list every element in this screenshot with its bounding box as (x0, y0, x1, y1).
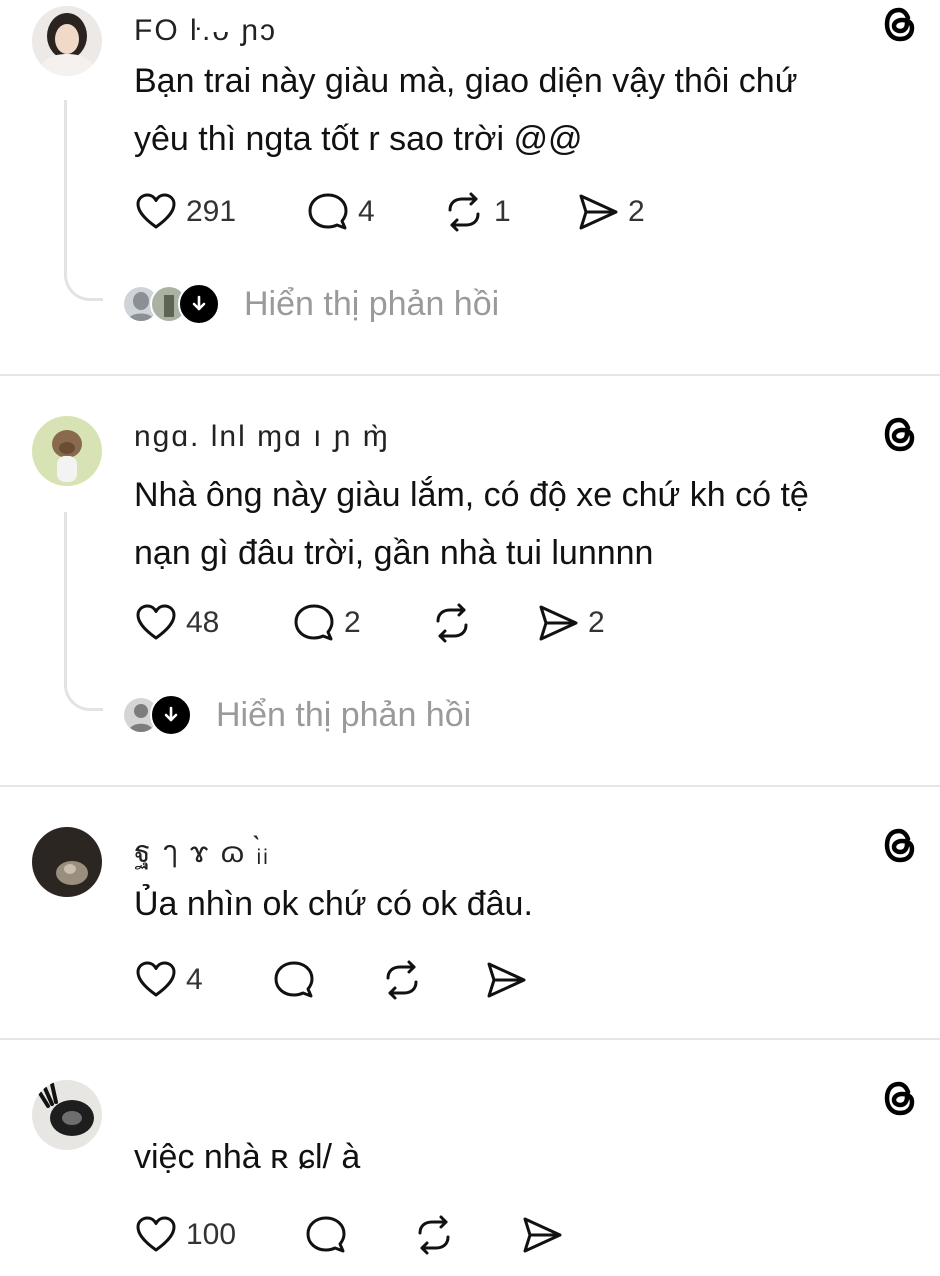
send-icon (576, 190, 620, 234)
share-button[interactable] (484, 958, 528, 1002)
thread-line (64, 512, 103, 711)
comment-text: Bạn trai này giàu mà, giao diện vậy thôi… (134, 62, 798, 158)
reply-button[interactable] (304, 1213, 348, 1257)
arrow-down-icon (150, 694, 192, 736)
repost-icon (442, 190, 486, 234)
repost-button[interactable] (380, 958, 424, 1002)
repost-button[interactable] (430, 601, 474, 645)
like-button[interactable]: 48 (134, 601, 219, 645)
avatar[interactable] (32, 416, 102, 486)
comment-text: Ủa nhìn ok chứ có ok đâu. (134, 885, 533, 923)
username[interactable]: ฐ ๅ ɤ ɷ ᵢ̀ᵢ (134, 829, 270, 876)
like-button[interactable]: 4 (134, 958, 203, 1002)
show-replies-button[interactable]: Hiển thị phản hồi (122, 283, 499, 325)
repost-icon (380, 958, 424, 1002)
threads-logo-icon[interactable] (878, 2, 922, 46)
username[interactable]: ngɑ. lnl ɱɑ ı ɲ ɱ̀ (134, 420, 390, 454)
username[interactable]: FO ŀ.ᴗ ɲɔ (134, 14, 277, 48)
like-count: 291 (186, 195, 237, 228)
heart-icon (134, 601, 178, 645)
arrow-down-icon (178, 283, 220, 325)
send-icon (484, 958, 528, 1002)
threads-logo-icon[interactable] (878, 1076, 922, 1120)
comment-3: ฐ ๅ ɤ ɷ ᵢ̀ᵢ Ủa nhìn ok chứ có ok đâu. 4 (0, 787, 940, 1039)
comment-icon (272, 958, 316, 1002)
comment-icon (304, 1213, 348, 1257)
reply-button[interactable]: 4 (306, 190, 375, 234)
threads-logo-icon[interactable] (878, 412, 922, 456)
repost-icon (430, 601, 474, 645)
threads-logo-icon[interactable] (878, 823, 922, 867)
like-count: 100 (186, 1218, 237, 1251)
comment-icon (306, 190, 350, 234)
repost-icon (412, 1213, 456, 1257)
reply-button[interactable] (272, 958, 316, 1002)
like-button[interactable]: 291 (134, 190, 236, 234)
repost-count: 1 (494, 195, 511, 228)
share-count: 2 (628, 195, 645, 228)
heart-icon (134, 958, 178, 1002)
send-icon (536, 601, 580, 645)
like-button[interactable]: 100 (134, 1213, 236, 1257)
avatar[interactable] (32, 1080, 102, 1150)
show-replies-label: Hiển thị phản hồi (244, 284, 500, 323)
heart-icon (134, 190, 178, 234)
avatar[interactable] (32, 827, 102, 897)
thread-line (64, 100, 103, 301)
like-count: 4 (186, 963, 203, 996)
comment-text: Nhà ông này giàu lắm, có độ xe chứ kh có… (134, 476, 809, 572)
reply-count: 2 (344, 606, 361, 639)
share-button[interactable] (520, 1213, 564, 1257)
send-icon (520, 1213, 564, 1257)
comment-2: ngɑ. lnl ɱɑ ı ɲ ɱ̀ Nhà ông này giàu lắm,… (0, 376, 940, 786)
share-button[interactable]: 2 (536, 601, 605, 645)
heart-icon (134, 1213, 178, 1257)
like-count: 48 (186, 606, 220, 639)
repost-button[interactable] (412, 1213, 456, 1257)
share-count: 2 (588, 606, 605, 639)
reply-count: 4 (358, 195, 375, 228)
comment-text: việc nhà ʀ ɕl/ à (134, 1138, 361, 1176)
comment-4: việc nhà ʀ ɕl/ à 100 (0, 1040, 940, 1276)
share-button[interactable]: 2 (576, 190, 645, 234)
show-replies-button[interactable]: Hiển thị phản hồi (122, 694, 471, 736)
reply-button[interactable]: 2 (292, 601, 361, 645)
show-replies-label: Hiển thị phản hồi (216, 695, 472, 734)
avatar[interactable] (32, 6, 102, 76)
repost-button[interactable]: 1 (442, 190, 511, 234)
comment-1: FO ŀ.ᴗ ɲɔ Bạn trai này giàu mà, giao diệ… (0, 0, 940, 375)
comment-icon (292, 601, 336, 645)
